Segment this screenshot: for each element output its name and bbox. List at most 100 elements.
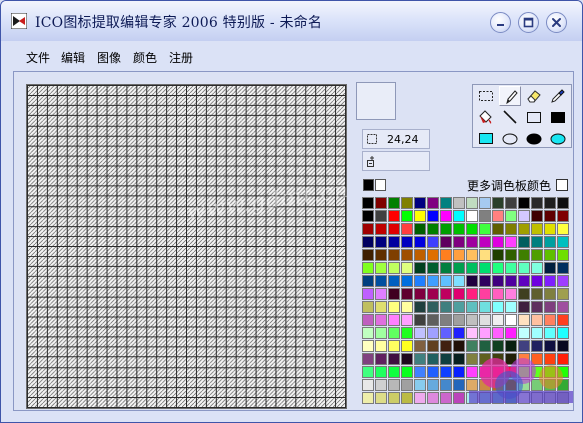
palette-swatch[interactable] bbox=[544, 223, 556, 235]
palette-swatch[interactable] bbox=[557, 197, 569, 209]
palette-swatch[interactable] bbox=[401, 288, 413, 300]
palette-swatch[interactable] bbox=[492, 236, 504, 248]
palette-swatch[interactable] bbox=[544, 288, 556, 300]
palette-swatch[interactable] bbox=[479, 314, 491, 326]
filled-ellipse-alt-tool[interactable] bbox=[547, 128, 569, 148]
palette-swatch[interactable] bbox=[453, 353, 465, 365]
palette-swatch[interactable] bbox=[388, 366, 400, 378]
palette-swatch[interactable] bbox=[557, 275, 569, 287]
palette-swatch[interactable] bbox=[557, 249, 569, 261]
palette-swatch[interactable] bbox=[362, 210, 374, 222]
palette-swatch[interactable] bbox=[440, 223, 452, 235]
palette-swatch[interactable] bbox=[388, 262, 400, 274]
palette-swatch[interactable] bbox=[492, 223, 504, 235]
palette-swatch[interactable] bbox=[505, 236, 517, 248]
palette-swatch[interactable] bbox=[544, 210, 556, 222]
palette-swatch[interactable] bbox=[388, 197, 400, 209]
palette-swatch[interactable] bbox=[440, 327, 452, 339]
palette-swatch[interactable] bbox=[557, 314, 569, 326]
palette-swatch[interactable] bbox=[427, 392, 439, 404]
palette-swatch[interactable] bbox=[544, 236, 556, 248]
palette-swatch[interactable] bbox=[362, 392, 374, 404]
palette-swatch[interactable] bbox=[427, 353, 439, 365]
palette-swatch[interactable] bbox=[518, 210, 530, 222]
palette-swatch[interactable] bbox=[466, 301, 478, 313]
palette-swatch[interactable] bbox=[557, 236, 569, 248]
palette-swatch[interactable] bbox=[414, 392, 426, 404]
palette-swatch[interactable] bbox=[479, 288, 491, 300]
palette-swatch[interactable] bbox=[479, 262, 491, 274]
palette-swatch[interactable] bbox=[518, 288, 530, 300]
minimize-button[interactable] bbox=[490, 12, 511, 33]
palette-swatch[interactable] bbox=[544, 275, 556, 287]
palette-swatch[interactable] bbox=[453, 288, 465, 300]
palette-swatch[interactable] bbox=[505, 197, 517, 209]
palette-swatch[interactable] bbox=[466, 210, 478, 222]
palette-swatch[interactable] bbox=[427, 236, 439, 248]
palette-swatch[interactable] bbox=[362, 301, 374, 313]
palette-swatch[interactable] bbox=[388, 327, 400, 339]
palette-swatch[interactable] bbox=[427, 327, 439, 339]
palette-swatch[interactable] bbox=[531, 197, 543, 209]
palette-swatch[interactable] bbox=[414, 223, 426, 235]
palette-swatch[interactable] bbox=[440, 236, 452, 248]
palette-swatch[interactable] bbox=[401, 379, 413, 391]
menu-color[interactable]: 颜色 bbox=[133, 49, 157, 66]
palette-swatch[interactable] bbox=[531, 223, 543, 235]
palette-swatch[interactable] bbox=[518, 301, 530, 313]
palette-swatch[interactable] bbox=[505, 301, 517, 313]
palette-swatch[interactable] bbox=[362, 262, 374, 274]
palette-swatch[interactable] bbox=[440, 366, 452, 378]
palette-swatch[interactable] bbox=[544, 249, 556, 261]
palette-swatch[interactable] bbox=[375, 210, 387, 222]
palette-swatch[interactable] bbox=[466, 262, 478, 274]
palette-swatch[interactable] bbox=[401, 366, 413, 378]
palette-swatch[interactable] bbox=[375, 314, 387, 326]
palette-swatch[interactable] bbox=[518, 314, 530, 326]
palette-swatch[interactable] bbox=[518, 249, 530, 261]
background-color-swatch[interactable] bbox=[375, 179, 386, 191]
palette-swatch[interactable] bbox=[557, 301, 569, 313]
foreground-color-swatch[interactable] bbox=[363, 179, 374, 191]
maximize-button[interactable] bbox=[518, 12, 539, 33]
palette-swatch[interactable] bbox=[414, 314, 426, 326]
palette-swatch[interactable] bbox=[388, 275, 400, 287]
palette-swatch[interactable] bbox=[414, 249, 426, 261]
palette-swatch[interactable] bbox=[388, 236, 400, 248]
palette-swatch[interactable] bbox=[375, 366, 387, 378]
palette-swatch[interactable] bbox=[557, 327, 569, 339]
palette-swatch[interactable] bbox=[401, 392, 413, 404]
palette-swatch[interactable] bbox=[427, 340, 439, 352]
rectangle-tool[interactable] bbox=[523, 107, 545, 127]
palette-swatch[interactable] bbox=[401, 197, 413, 209]
palette-swatch[interactable] bbox=[362, 314, 374, 326]
palette-swatch[interactable] bbox=[531, 327, 543, 339]
palette-swatch[interactable] bbox=[466, 236, 478, 248]
palette-swatch[interactable] bbox=[492, 210, 504, 222]
palette-swatch[interactable] bbox=[401, 314, 413, 326]
palette-swatch[interactable] bbox=[388, 379, 400, 391]
pixel-edit-canvas[interactable] bbox=[26, 84, 347, 409]
palette-swatch[interactable] bbox=[427, 249, 439, 261]
palette-swatch[interactable] bbox=[440, 249, 452, 261]
palette-swatch[interactable] bbox=[453, 301, 465, 313]
palette-swatch[interactable] bbox=[453, 249, 465, 261]
menu-file[interactable]: 文件 bbox=[26, 49, 50, 66]
palette-swatch[interactable] bbox=[531, 301, 543, 313]
palette-swatch[interactable] bbox=[531, 236, 543, 248]
title-bar[interactable]: ICO图标提取编辑专家 2006 特别版 - 未命名 bbox=[1, 1, 582, 41]
palette-swatch[interactable] bbox=[375, 288, 387, 300]
fill-tool[interactable] bbox=[475, 107, 497, 127]
palette-swatch[interactable] bbox=[466, 275, 478, 287]
palette-swatch[interactable] bbox=[440, 392, 452, 404]
palette-swatch[interactable] bbox=[414, 366, 426, 378]
eraser-tool[interactable] bbox=[523, 86, 545, 106]
palette-swatch[interactable] bbox=[401, 353, 413, 365]
palette-swatch[interactable] bbox=[531, 262, 543, 274]
palette-swatch[interactable] bbox=[544, 314, 556, 326]
palette-swatch[interactable] bbox=[453, 236, 465, 248]
palette-swatch[interactable] bbox=[492, 288, 504, 300]
palette-swatch[interactable] bbox=[440, 379, 452, 391]
palette-swatch[interactable] bbox=[375, 262, 387, 274]
filled-ellipse-tool[interactable] bbox=[523, 128, 545, 148]
